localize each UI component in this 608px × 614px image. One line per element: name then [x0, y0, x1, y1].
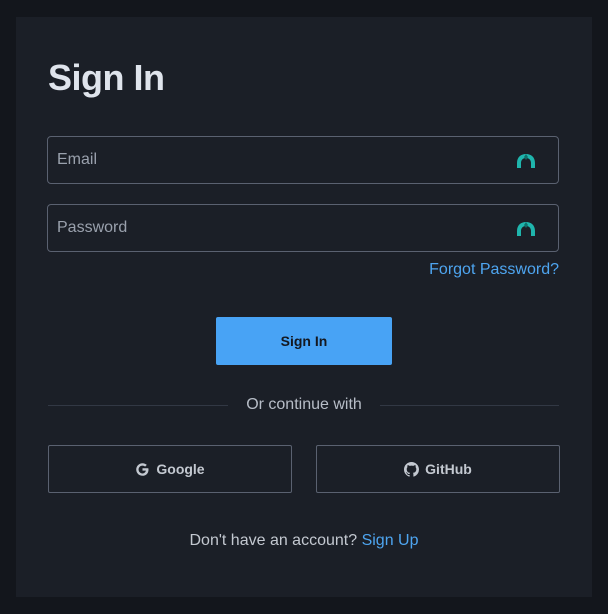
- sign-up-prompt: Don't have an account? Sign Up: [16, 532, 592, 550]
- password-field[interactable]: [48, 205, 558, 251]
- divider-label: Or continue with: [246, 396, 362, 413]
- google-icon: [136, 462, 149, 476]
- password-manager-icon[interactable]: [516, 221, 536, 237]
- divider-line-left: [48, 405, 228, 406]
- page-title: Sign In: [48, 57, 165, 98]
- google-button-label: Google: [156, 461, 205, 477]
- forgot-password-link[interactable]: Forgot Password?: [429, 261, 559, 279]
- sign-up-prompt-text: Don't have an account?: [189, 532, 358, 549]
- github-sign-in-button[interactable]: GitHub: [316, 445, 560, 493]
- email-field-container: [47, 136, 559, 184]
- sign-up-link[interactable]: Sign Up: [362, 532, 419, 549]
- sign-in-card: Sign In Forgot Password? Sign In Or cont…: [16, 17, 592, 597]
- password-manager-icon[interactable]: [516, 153, 536, 169]
- google-sign-in-button[interactable]: Google: [48, 445, 292, 493]
- divider-line-right: [380, 405, 559, 406]
- email-field[interactable]: [48, 137, 558, 183]
- password-field-container: [47, 204, 559, 252]
- github-icon: [404, 461, 420, 477]
- sign-in-button[interactable]: Sign In: [216, 317, 392, 365]
- github-button-label: GitHub: [425, 461, 472, 477]
